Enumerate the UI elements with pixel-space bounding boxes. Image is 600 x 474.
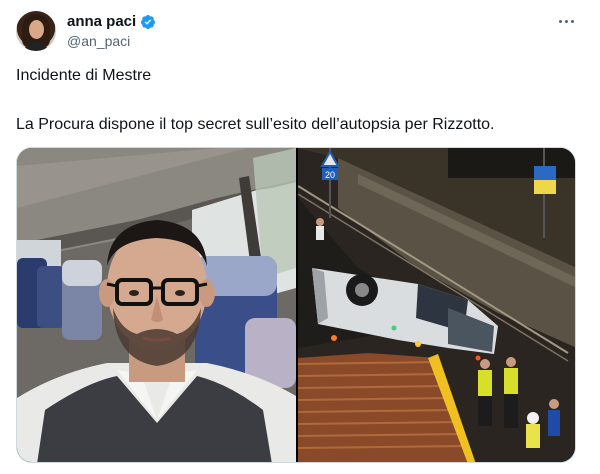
more-options-icon[interactable] [556, 12, 576, 30]
avatar-face [29, 20, 44, 39]
man-selfie-svg [17, 148, 296, 462]
tweet-media[interactable]: 20 [16, 147, 576, 463]
author-name[interactable]: anna paci [67, 13, 136, 31]
tweet-card: anna paci @an_paci Incidente di Mestre L… [0, 0, 600, 474]
author-avatar[interactable] [16, 11, 56, 51]
more-dot [564, 19, 568, 23]
more-dot [558, 19, 562, 23]
road-sign-number: 20 [325, 170, 335, 180]
man-selfie-in-bus-photo[interactable] [17, 148, 296, 462]
tweet-text-line-2: La Procura dispone il top secret sull’es… [16, 116, 495, 133]
tweet-text-line-1: Incidente di Mestre [16, 67, 152, 84]
more-dot [570, 19, 574, 23]
author-handle[interactable]: @an_paci [67, 33, 130, 50]
author-name-row: anna paci [67, 13, 156, 31]
verified-badge-icon [141, 15, 156, 29]
bus-crash-scene-photo[interactable]: 20 [298, 148, 575, 462]
crash-scene-svg: 20 [298, 148, 575, 462]
